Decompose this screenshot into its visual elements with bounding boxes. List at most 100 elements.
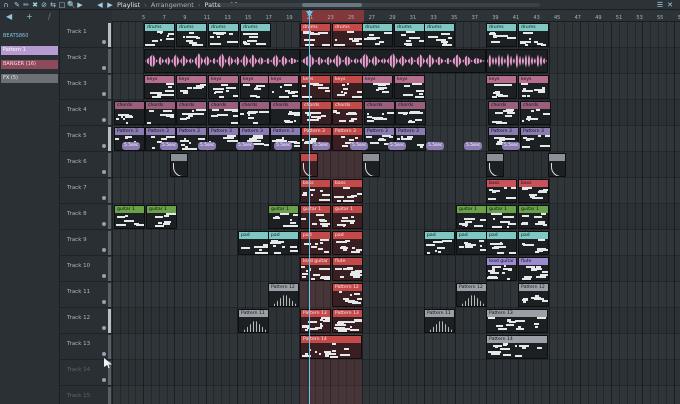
track-header[interactable]: Track 11: [60, 282, 112, 308]
pattern-clip[interactable]: flute: [332, 257, 363, 281]
playlist-grid[interactable]: drums drums drums drums drums drums drums drums…: [112, 10, 680, 404]
tool-icon[interactable]: ∕: [48, 12, 51, 22]
track-mute-stripe[interactable]: [108, 335, 111, 359]
fx-sample-label[interactable]: 5.5sec: [122, 142, 141, 150]
fx-sample-label[interactable]: 5.5sec: [274, 142, 293, 150]
track-dot-icon[interactable]: [102, 274, 106, 278]
track-dot-icon[interactable]: [102, 300, 106, 304]
track-dot-icon[interactable]: [102, 66, 106, 70]
track-mute-stripe[interactable]: [108, 179, 111, 203]
arrow-left-icon[interactable]: ◀: [6, 12, 12, 22]
pattern-clip[interactable]: Pattern 13: [332, 309, 363, 333]
menu-icon[interactable]: ☰: [656, 1, 664, 9]
slip-icon[interactable]: ⇆: [49, 1, 57, 9]
track-header[interactable]: Track 1: [60, 22, 112, 48]
fx-sample-label[interactable]: 5.5sec: [198, 142, 217, 150]
pattern-clip[interactable]: keys: [394, 75, 425, 99]
pattern-clip[interactable]: [170, 153, 188, 177]
fx-sample-label[interactable]: 5.5sec: [426, 142, 445, 150]
track-header[interactable]: Track 2: [60, 48, 112, 74]
pattern-clip[interactable]: keys: [144, 75, 175, 99]
pattern-clip[interactable]: keys: [362, 75, 393, 99]
fx-sample-label[interactable]: 5.5sec: [502, 142, 521, 150]
fx-sample-label[interactable]: 5.5sec: [160, 142, 179, 150]
pattern-clip[interactable]: Pattern 14: [486, 335, 548, 359]
track-dot-icon[interactable]: [102, 378, 106, 382]
pattern-clip[interactable]: [486, 153, 504, 177]
track-dot-icon[interactable]: [102, 248, 106, 252]
pattern-clip[interactable]: guitar 1: [146, 205, 177, 229]
scrollbar-thumb[interactable]: [302, 3, 362, 7]
pattern-clip[interactable]: lead guitar: [486, 257, 517, 281]
pattern-clip[interactable]: chords: [145, 101, 176, 125]
track-dot-icon[interactable]: [102, 144, 106, 148]
track-header[interactable]: Track 15: [60, 386, 112, 404]
pattern-clip[interactable]: guitar 1: [518, 205, 549, 229]
pattern-clip[interactable]: [548, 153, 566, 177]
track-header[interactable]: Track 7: [60, 178, 112, 204]
track-mute-stripe[interactable]: [108, 49, 111, 73]
pattern-item[interactable]: BANGER (16): [1, 60, 58, 69]
pattern-item[interactable]: FX (5): [1, 74, 58, 83]
pattern-clip[interactable]: keys: [208, 75, 239, 99]
track-mute-stripe[interactable]: [108, 127, 111, 151]
magnet-icon[interactable]: ∩: [2, 1, 10, 9]
pattern-clip[interactable]: chords: [364, 101, 395, 125]
track-dot-icon[interactable]: [102, 92, 106, 96]
pattern-clip[interactable]: Pattern 11: [424, 309, 455, 333]
track-header[interactable]: Track 10: [60, 256, 112, 282]
track-header[interactable]: Track 4: [60, 100, 112, 126]
pattern-item[interactable]: Pattern 1: [1, 46, 58, 55]
pattern-clip[interactable]: [486, 49, 548, 73]
pattern-clip[interactable]: keys: [240, 75, 271, 99]
pattern-clip[interactable]: pad: [332, 231, 363, 255]
pattern-clip[interactable]: keys: [268, 75, 299, 99]
track-mute-stripe[interactable]: [108, 309, 111, 333]
pattern-clip[interactable]: drums: [176, 23, 207, 47]
pattern-clip[interactable]: chords: [239, 101, 270, 125]
track-mute-stripe[interactable]: [108, 231, 111, 255]
zoom-icon[interactable]: 🔍: [67, 1, 76, 9]
add-icon[interactable]: +: [26, 12, 33, 22]
pattern-clip[interactable]: pad: [424, 231, 455, 255]
playback-icon[interactable]: ▶: [76, 1, 84, 9]
pattern-clip[interactable]: Pattern 11: [238, 309, 269, 333]
pattern-clip[interactable]: drums: [240, 23, 271, 47]
pattern-clip[interactable]: bass: [486, 179, 517, 203]
paint-icon[interactable]: ✏: [22, 1, 30, 9]
pattern-clip[interactable]: [362, 153, 380, 177]
track-mute-stripe[interactable]: [108, 361, 111, 385]
track-mute-stripe[interactable]: [108, 101, 111, 125]
track-dot-icon[interactable]: [102, 170, 106, 174]
pattern-clip[interactable]: chords: [332, 101, 363, 125]
pattern-clip[interactable]: drums: [144, 23, 175, 47]
track-mute-stripe[interactable]: [108, 283, 111, 307]
fx-sample-label[interactable]: 5.5sec: [350, 142, 369, 150]
pattern-clip[interactable]: chords: [270, 101, 301, 125]
pattern-clip[interactable]: guitar 1: [268, 205, 299, 229]
fx-sample-label[interactable]: 5.5sec: [464, 142, 483, 150]
pattern-clip[interactable]: pad: [486, 231, 517, 255]
pattern-clip[interactable]: Pattern 12: [456, 283, 487, 307]
track-mute-stripe[interactable]: [108, 205, 111, 229]
track-dot-icon[interactable]: [102, 326, 106, 330]
pattern-clip[interactable]: chords: [520, 101, 551, 125]
arrow-right-icon[interactable]: ▶: [106, 1, 114, 9]
track-header[interactable]: Track 13: [60, 334, 112, 360]
playhead[interactable]: [309, 10, 310, 404]
pattern-clip[interactable]: drums: [394, 23, 425, 47]
pattern-clip[interactable]: Pattern 12: [518, 283, 549, 307]
fx-sample-label[interactable]: 5.5sec: [236, 142, 255, 150]
track-dot-icon[interactable]: [102, 352, 106, 356]
pattern-clip[interactable]: Pattern 3: [520, 127, 551, 151]
fx-sample-label[interactable]: 5.5sec: [388, 142, 407, 150]
pattern-clip[interactable]: guitar 1: [300, 205, 331, 229]
pattern-clip[interactable]: guitar 1: [332, 205, 363, 229]
mute-icon[interactable]: ⊘: [40, 1, 48, 9]
pattern-clip[interactable]: chords: [395, 101, 426, 125]
pattern-clip[interactable]: bass: [300, 179, 331, 203]
breadcrumb-playlist[interactable]: Playlist: [117, 1, 140, 9]
pattern-clip[interactable]: keys: [486, 75, 517, 99]
pattern-clip[interactable]: Pattern 13: [486, 309, 548, 333]
pattern-clip[interactable]: drums: [518, 23, 549, 47]
